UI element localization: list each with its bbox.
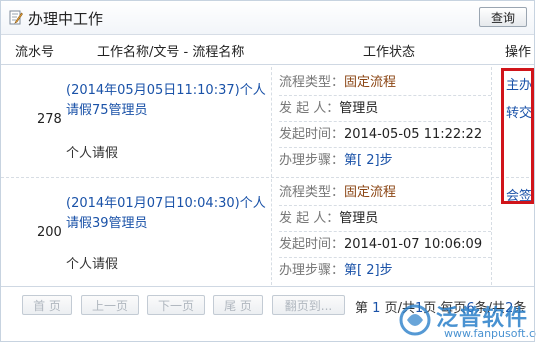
initiator-line: 发 起 人：管理员 — [279, 206, 491, 232]
flow-name: 个人请假 — [66, 257, 119, 272]
flow-name: 个人请假 — [66, 146, 119, 161]
step-line: 办理步骤：第[ 2]步 — [279, 263, 393, 278]
prev-page-button[interactable]: 上一页 — [81, 295, 139, 315]
col-ops: 操作 — [505, 45, 532, 60]
col-status: 工作状态 — [363, 45, 416, 60]
work-panel: 办理中工作 查询 流水号 工作名称/文号 - 流程名称 工作状态 操作 278 … — [0, 0, 535, 342]
step-link[interactable]: 第[ 2]步 — [344, 153, 393, 168]
start-time-line: 发起时间：2014-05-05 11:22:22 — [279, 122, 491, 148]
table-header: 流水号 工作名称/文号 - 流程名称 工作状态 操作 — [1, 35, 534, 65]
column-divider — [271, 179, 272, 285]
serial-number: 278 — [37, 112, 62, 127]
current-page: 1 — [372, 301, 381, 316]
row-divider — [1, 177, 534, 178]
goto-page-button[interactable]: 翻页到... — [272, 295, 345, 315]
column-divider — [271, 67, 272, 177]
step-line: 办理步骤：第[ 2]步 — [279, 153, 393, 168]
edit-document-icon — [9, 10, 23, 25]
step-link[interactable]: 第[ 2]步 — [344, 263, 393, 278]
flow-type-line: 流程类型：固定流程 — [279, 180, 491, 206]
col-serial: 流水号 — [15, 45, 55, 60]
work-title-link[interactable]: (2014年05月05日11:10:37)个人请假75管理员 — [66, 81, 276, 121]
query-button[interactable]: 查询 — [479, 7, 527, 27]
col-name: 工作名称/文号 - 流程名称 — [97, 45, 245, 60]
table-bottom-border — [1, 286, 534, 287]
next-page-button[interactable]: 下一页 — [147, 295, 205, 315]
page-title: 办理中工作 — [28, 10, 104, 28]
first-page-button[interactable]: 首 页 — [22, 295, 72, 315]
ops-highlight-box — [501, 68, 534, 204]
watermark-url: www.fanpusoft.com — [444, 327, 536, 340]
initiator-line: 发 起 人：管理员 — [279, 96, 491, 122]
serial-number: 200 — [37, 225, 62, 240]
work-title-link[interactable]: (2014年01月07日10:04:30)个人请假39管理员 — [66, 194, 276, 234]
ops-divider — [491, 67, 492, 285]
title-bar: 办理中工作 查询 — [1, 1, 534, 35]
start-time-line: 发起时间：2014-01-07 10:06:09 — [279, 232, 491, 258]
flow-type-line: 流程类型：固定流程 — [279, 70, 491, 96]
last-page-button[interactable]: 尾 页 — [213, 295, 263, 315]
